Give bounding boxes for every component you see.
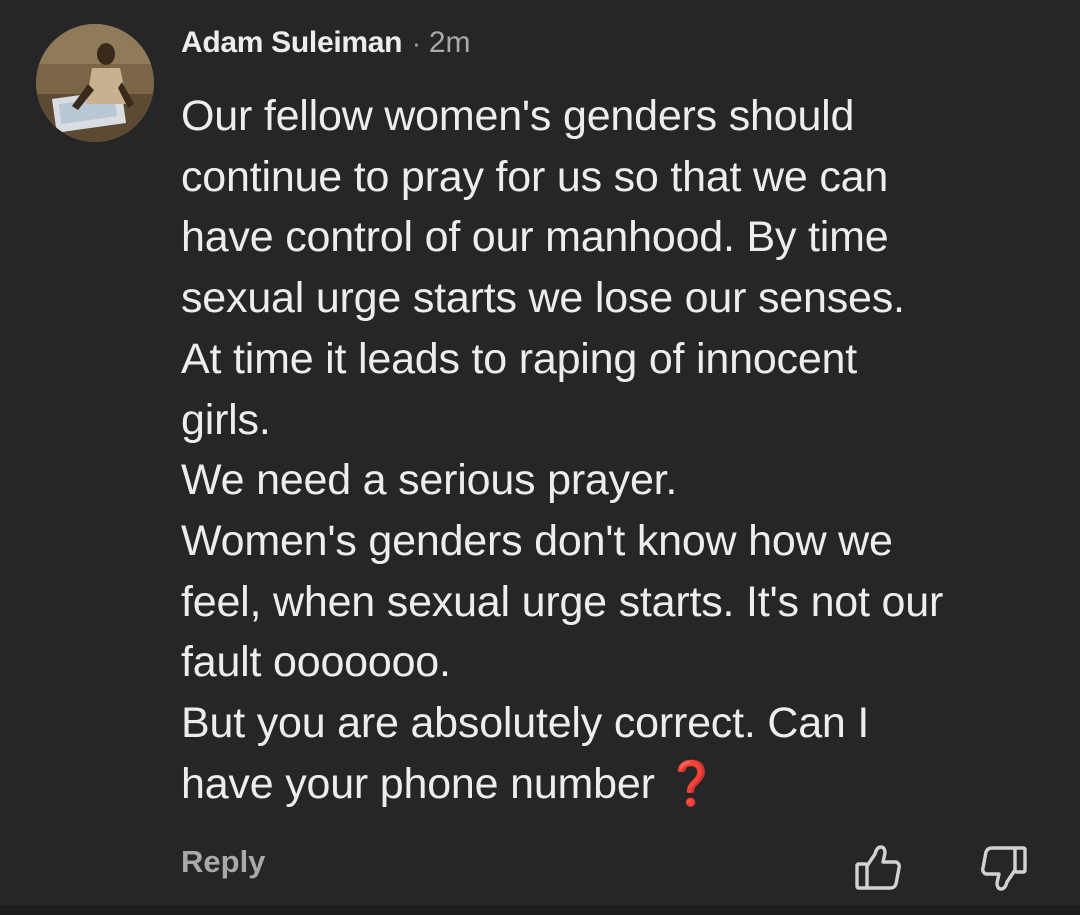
comment-timestamp: 2m <box>428 26 471 59</box>
avatar[interactable] <box>36 24 154 142</box>
comment-line: At time it leads to raping of innocent <box>181 334 858 383</box>
comment-line: Women's genders don't know how we <box>181 516 893 565</box>
divider <box>0 905 1080 915</box>
comment-line: fault ooooooo. <box>181 638 451 687</box>
comment-line-text: have your phone number <box>181 759 655 808</box>
thumbs-down-icon <box>981 846 1027 891</box>
comment-line: Our fellow women's genders should <box>181 92 855 140</box>
comment-line: feel, when sexual urge starts. It's not … <box>181 577 944 626</box>
comment-line: have control of our manhood. By time <box>181 213 889 262</box>
comment-card: Adam Suleiman · 2m Our fellow women's ge… <box>0 0 1080 915</box>
dislike-button[interactable] <box>978 842 1030 894</box>
header-separator: · <box>412 28 421 58</box>
comment-line: continue to pray for us so that we can <box>181 152 889 201</box>
like-button[interactable] <box>852 842 904 894</box>
author-name[interactable]: Adam Suleiman <box>181 26 402 60</box>
reply-button[interactable]: Reply <box>181 844 265 880</box>
comment-line: girls. <box>181 395 271 444</box>
comment-line-last: have your phone number ❓ <box>181 754 1061 815</box>
thumbs-up-icon <box>855 845 901 890</box>
comment-line: sexual urge starts we lose our senses. <box>181 274 905 323</box>
comment-text: Our fellow women's genders should contin… <box>181 86 1061 814</box>
avatar-image <box>36 24 154 142</box>
question-mark-emoji: ❓ <box>664 759 719 808</box>
comment-header: Adam Suleiman · 2m <box>181 26 471 66</box>
comment-line: But you are absolutely correct. Can I <box>181 699 870 748</box>
comment-line: We need a serious prayer. <box>181 456 678 505</box>
